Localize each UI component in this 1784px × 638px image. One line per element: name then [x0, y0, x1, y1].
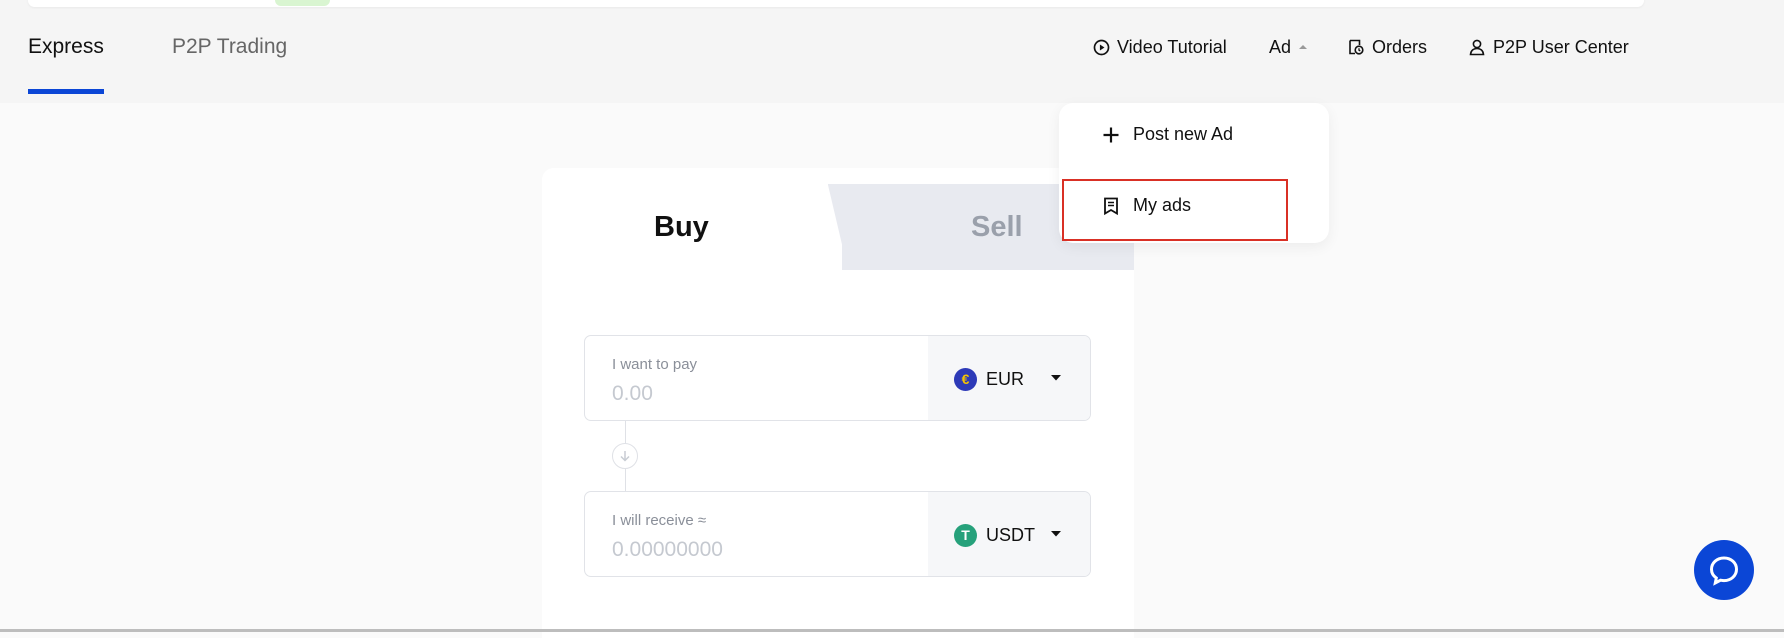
orders-link[interactable]: Orders [1347, 34, 1427, 60]
receive-field-label: I will receive ≈ [612, 512, 707, 529]
pay-currency-label: EUR [986, 368, 1025, 389]
my-ads-highlight-box [1062, 179, 1288, 241]
pay-field: I want to pay € EUR [584, 335, 1091, 421]
chat-bubble-icon [1709, 556, 1739, 586]
caret-down-icon [1051, 531, 1061, 537]
post-new-ad-item[interactable]: Post new Ad [1101, 124, 1233, 145]
p2p-user-center-link[interactable]: P2P User Center [1468, 34, 1629, 60]
ad-label: Ad [1269, 36, 1292, 57]
pay-field-label: I want to pay [612, 356, 698, 373]
video-tutorial-link[interactable]: Video Tutorial [1093, 34, 1227, 60]
ad-menu-toggle[interactable]: Ad [1269, 34, 1308, 60]
caret-up-icon [1299, 45, 1308, 49]
eur-coin-icon: € [954, 367, 977, 391]
caret-down-icon [1051, 375, 1061, 381]
usdt-coin-icon: T [954, 523, 977, 547]
pay-currency-select[interactable]: € EUR [928, 336, 1090, 420]
p2p-user-center-label: P2P User Center [1493, 36, 1629, 57]
plus-icon [1103, 127, 1119, 142]
top-banner-card [28, 0, 1644, 7]
tab-p2p-trading[interactable]: P2P Trading [172, 34, 287, 60]
user-icon [1469, 39, 1485, 56]
arrow-down-icon [612, 443, 638, 469]
sell-label: Sell [971, 211, 1023, 243]
chat-button[interactable] [1694, 540, 1754, 600]
receive-field: I will receive ≈ T USDT [584, 491, 1091, 577]
pay-amount-input[interactable] [612, 382, 912, 406]
receive-currency-select[interactable]: T USDT [928, 492, 1090, 576]
active-tab-underline [28, 89, 104, 94]
play-circle-icon [1093, 39, 1110, 55]
tab-express[interactable]: Express [28, 34, 104, 60]
video-tutorial-label: Video Tutorial [1117, 36, 1227, 57]
orders-label: Orders [1372, 36, 1428, 57]
top-banner-accent [275, 0, 330, 6]
orders-icon [1349, 39, 1364, 55]
receive-amount-input[interactable] [612, 538, 912, 562]
post-new-ad-label: Post new Ad [1133, 124, 1234, 144]
receive-currency-label: USDT [986, 524, 1035, 545]
buy-label: Buy [654, 211, 709, 243]
